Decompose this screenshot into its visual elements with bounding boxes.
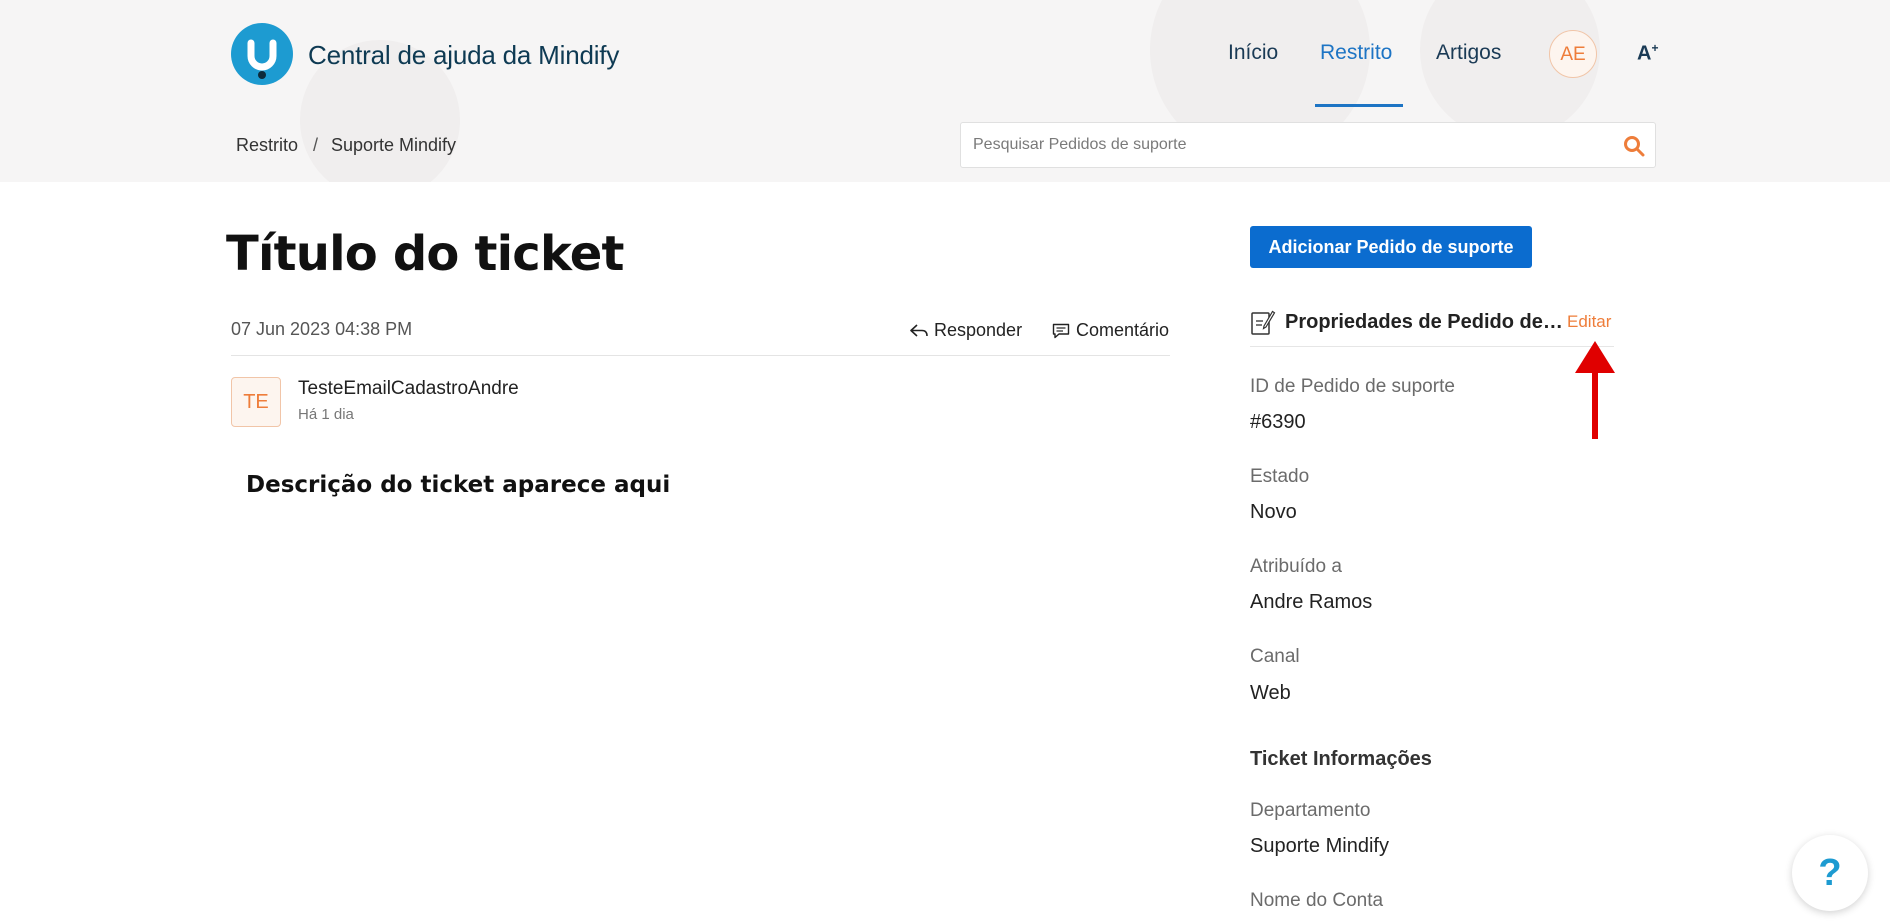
ticket-id-label: ID de Pedido de suporte <box>1250 376 1455 397</box>
channel-value: Web <box>1250 682 1291 704</box>
comment-button[interactable]: Comentário <box>1052 320 1169 341</box>
assignee-label: Atribuído a <box>1250 556 1342 577</box>
brand-name[interactable]: Central de ajuda da Mindify <box>308 40 619 71</box>
search-icon[interactable] <box>1623 135 1645 157</box>
breadcrumb-separator: / <box>313 135 319 155</box>
reply-icon <box>910 323 928 337</box>
nav-artigos[interactable]: Artigos <box>1436 41 1501 65</box>
properties-divider <box>1250 346 1614 347</box>
assignee-value: Andre Ramos <box>1250 591 1373 613</box>
account-name-label: Nome do Conta <box>1250 890 1384 911</box>
comment-icon <box>1052 323 1070 338</box>
ticket-info-title: Ticket Informações <box>1250 748 1432 770</box>
author-time: Há 1 dia <box>298 406 354 423</box>
add-ticket-button[interactable]: Adicionar Pedido de suporte <box>1250 226 1532 268</box>
breadcrumb-suporte-mindify[interactable]: Suporte Mindify <box>331 135 456 156</box>
user-avatar[interactable]: AE <box>1549 30 1597 78</box>
properties-title: Propriedades de Pedido de suporte <box>1285 311 1567 333</box>
header: Central de ajuda da Mindify Início Restr… <box>0 0 1890 182</box>
comment-label: Comentário <box>1076 320 1170 340</box>
ticket-description: Descrição do ticket aparece aqui <box>246 472 671 498</box>
nav-restrito[interactable]: Restrito <box>1320 41 1392 65</box>
text-size-icon[interactable]: A+ <box>1637 41 1658 66</box>
annotation-arrow-icon <box>1575 341 1615 439</box>
divider <box>231 355 1170 356</box>
author-name: TesteEmailCadastroAndre <box>298 378 519 399</box>
ticket-id-value: #6390 <box>1250 411 1306 433</box>
channel-label: Canal <box>1250 646 1300 667</box>
help-button[interactable]: ? <box>1792 835 1868 911</box>
status-value: Novo <box>1250 501 1297 523</box>
edit-document-icon <box>1251 310 1276 335</box>
department-label: Departamento <box>1250 800 1371 821</box>
nav-inicio[interactable]: Início <box>1228 41 1278 65</box>
reply-label: Responder <box>934 320 1023 340</box>
author-avatar: TE <box>231 377 281 427</box>
search-input[interactable] <box>973 123 1573 167</box>
edit-properties-link[interactable]: Editar <box>1567 312 1611 332</box>
department-value: Suporte Mindify <box>1250 835 1389 857</box>
reply-button[interactable]: Responder <box>910 320 1022 341</box>
nav-active-indicator <box>1315 104 1403 107</box>
brand-logo-icon[interactable] <box>231 23 293 85</box>
status-label: Estado <box>1250 466 1310 487</box>
ticket-title: Título do ticket <box>226 226 624 282</box>
search-box <box>960 122 1656 168</box>
ticket-date: 07 Jun 2023 04:38 PM <box>231 319 413 339</box>
breadcrumb-restrito[interactable]: Restrito <box>236 135 298 156</box>
